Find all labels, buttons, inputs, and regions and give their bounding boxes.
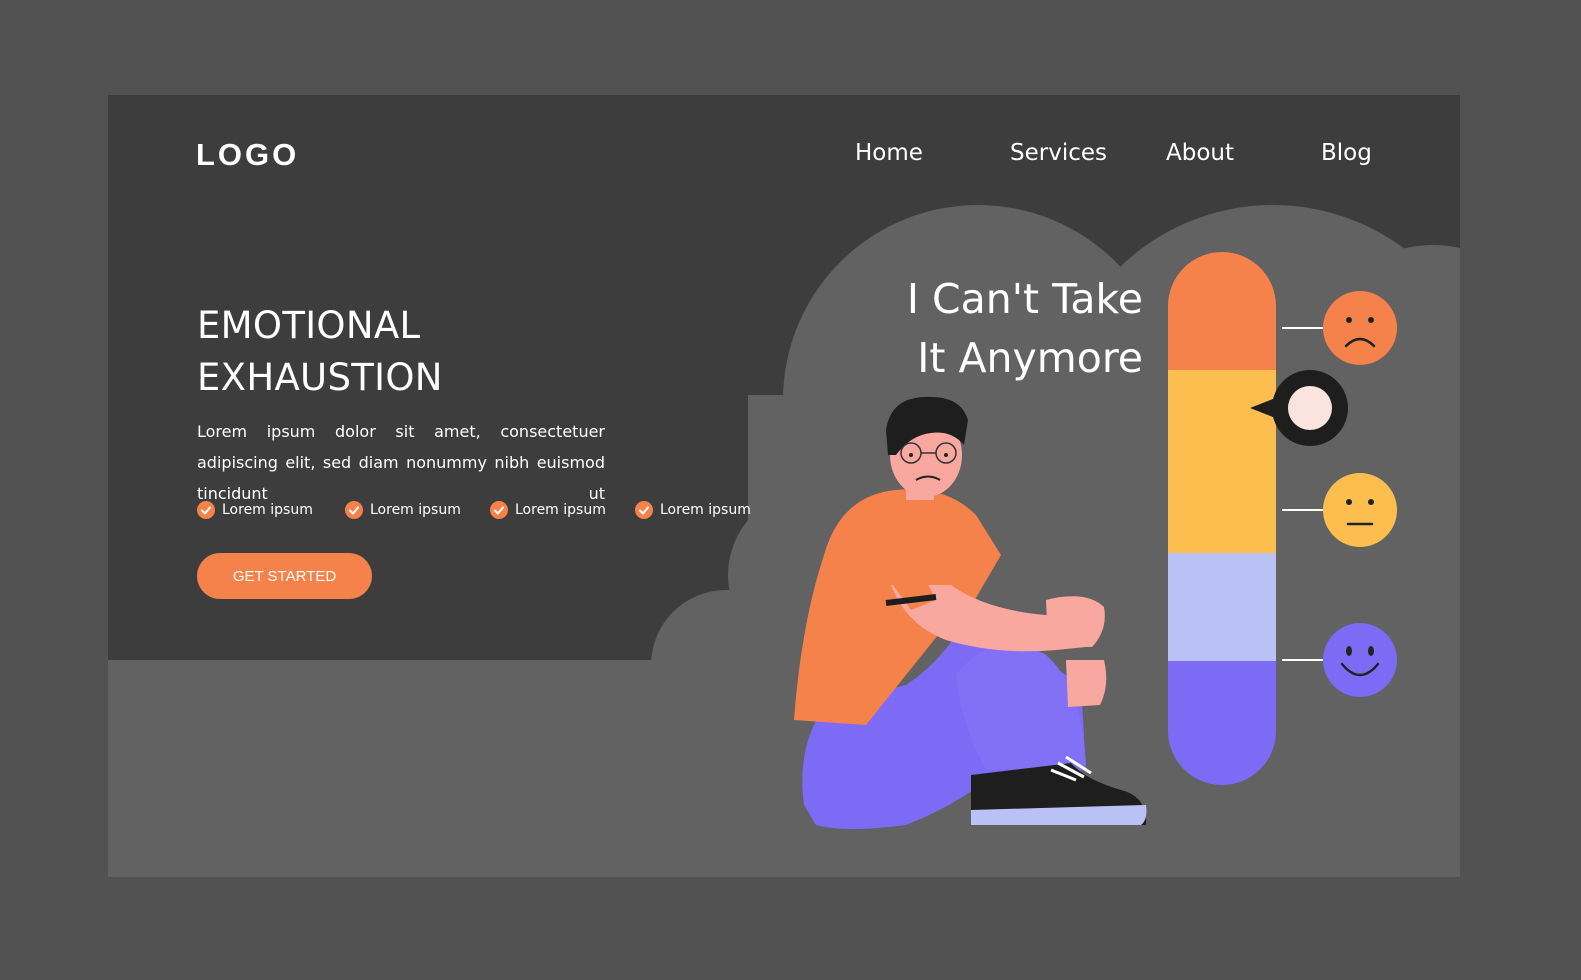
hero-title-line2: EXHAUSTION xyxy=(197,356,443,399)
checklist-label: Lorem ipsum xyxy=(515,502,606,518)
hero-title-line1: EMOTIONAL xyxy=(197,304,421,347)
scale-segment-orange xyxy=(1168,252,1276,370)
checklist-label: Lorem ipsum xyxy=(660,502,751,518)
get-started-button[interactable]: GET STARTED xyxy=(197,553,372,599)
quote-line1: I Can't Take xyxy=(906,275,1143,323)
sad-face-icon xyxy=(1323,291,1397,365)
nav-home[interactable]: Home xyxy=(855,140,923,166)
check-icon xyxy=(345,501,363,519)
illustration-quote: I Can't Take It Anymore xyxy=(903,270,1143,388)
logo[interactable]: LOGO xyxy=(196,137,299,173)
check-icon xyxy=(635,501,653,519)
checklist-item: Lorem ipsum xyxy=(197,501,313,519)
nav-services[interactable]: Services xyxy=(1010,140,1107,166)
hand-bottom xyxy=(1066,660,1107,707)
checklist-item: Lorem ipsum xyxy=(345,501,461,519)
nav-about[interactable]: About xyxy=(1166,140,1234,166)
check-icon xyxy=(490,501,508,519)
landing-page: LOGO Home Services About Blog EMOTIONAL … xyxy=(108,95,1460,877)
check-icon xyxy=(197,501,215,519)
checklist-label: Lorem ipsum xyxy=(370,502,461,518)
hero-description: Lorem ipsum dolor sit amet, consectetuer… xyxy=(197,422,605,503)
nav-blog[interactable]: Blog xyxy=(1321,140,1372,166)
checklist-item: Lorem ipsum xyxy=(490,501,606,519)
quote-line2: It Anymore xyxy=(917,334,1143,382)
neutral-face-icon xyxy=(1323,473,1397,547)
checklist-item: Lorem ipsum xyxy=(635,501,751,519)
checklist-label: Lorem ipsum xyxy=(222,502,313,518)
happy-face-icon xyxy=(1323,623,1397,697)
mood-scale xyxy=(1168,252,1397,785)
hero-title: EMOTIONAL EXHAUSTION xyxy=(197,300,443,404)
sad-person-illustration xyxy=(794,396,1147,829)
hand-top xyxy=(1046,596,1105,647)
